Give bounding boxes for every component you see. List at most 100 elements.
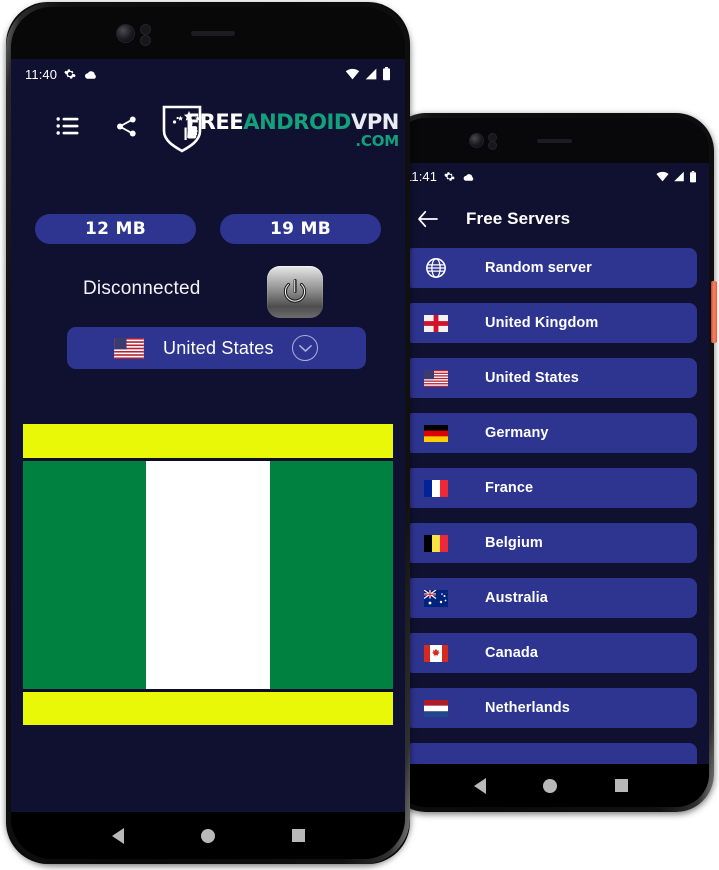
netherlands-flag-icon [423, 699, 449, 717]
nigeria-flag-image [23, 461, 393, 689]
app-header: FREEANDROIDVPN .COM [11, 89, 405, 171]
status-time: 11:40 [25, 66, 58, 82]
server-item-netherlands[interactable]: Netherlands [405, 688, 697, 728]
phone-device-primary: 11:40 FREEANDROIDVPN .COM 12 MB 19 MB Di… [6, 2, 410, 864]
ad-bottom-yellow-bar [23, 692, 393, 725]
australia-flag-icon [423, 589, 449, 607]
connect-power-button[interactable] [267, 266, 323, 318]
share-icon[interactable] [111, 111, 141, 141]
front-camera-icon [470, 134, 483, 147]
back-nav-button[interactable] [111, 827, 124, 844]
country-selector[interactable]: United States [67, 327, 366, 369]
server-item-canada[interactable]: Canada [405, 633, 697, 673]
server-item-belgium[interactable]: Belgium [405, 523, 697, 563]
germany-flag-icon [423, 424, 449, 442]
phone1-display: 11:40 FREEANDROIDVPN .COM 12 MB 19 MB Di… [11, 59, 405, 812]
front-camera-icon [117, 25, 134, 42]
phone-device-secondary: 11:41 Free Servers Random server United … [388, 113, 717, 812]
server-item-germany[interactable]: Germany [405, 413, 697, 453]
us-flag-icon [113, 337, 145, 359]
recents-nav-button[interactable] [615, 779, 629, 792]
server-label: Netherlands [485, 700, 570, 716]
back-arrow-icon[interactable] [415, 206, 441, 232]
flag-green-left [23, 461, 147, 689]
light-sensor-icon [489, 142, 496, 149]
logo-dotcom: .COM [355, 132, 399, 150]
screenshot-canvas: 11:41 Free Servers Random server United … [0, 0, 719, 870]
signal-icon [364, 68, 378, 80]
light-sensor-icon [141, 36, 150, 45]
france-flag-icon [423, 479, 449, 497]
server-item-united-kingdom[interactable]: United Kingdom [405, 303, 697, 343]
server-label: United Kingdom [485, 315, 599, 331]
selected-country-label: United States [163, 337, 274, 358]
download-data-pill[interactable]: 12 MB [35, 214, 196, 244]
list-menu-icon[interactable] [53, 111, 83, 141]
logo-android: ANDROID [243, 110, 351, 134]
server-item-partial[interactable] [405, 743, 697, 764]
phone1-screen-inner: 11:40 FREEANDROIDVPN .COM 12 MB 19 MB Di… [11, 7, 405, 859]
vpn-app-home-screen: 11:40 FREEANDROIDVPN .COM 12 MB 19 MB Di… [11, 59, 405, 812]
earpiece-speaker [191, 31, 235, 36]
wifi-icon [656, 171, 669, 182]
uk-flag-icon [423, 314, 449, 332]
proximity-sensor-icon [141, 25, 150, 34]
phone2-status-bar: 11:41 [393, 163, 709, 190]
battery-icon [382, 67, 391, 81]
phone2-nav-bar [393, 764, 709, 807]
recents-nav-button[interactable] [291, 829, 305, 842]
phone2-display: 11:41 Free Servers Random server United … [393, 163, 709, 764]
connection-status-row: Disconnected [11, 264, 405, 320]
data-usage-row: 12 MB 19 MB [11, 214, 405, 244]
upload-data-pill[interactable]: 19 MB [220, 214, 381, 244]
settings-icon [444, 171, 455, 182]
us-flag-icon [423, 369, 449, 387]
phone1-nav-bar [11, 812, 405, 859]
server-item-united-states[interactable]: United States [405, 358, 697, 398]
phone2-side-power-button[interactable] [711, 281, 717, 343]
download-value: 12 MB [85, 219, 146, 239]
server-label: Random server [485, 260, 592, 276]
settings-icon [64, 68, 76, 80]
server-label: Belgium [485, 535, 543, 551]
logo-free: FREE [185, 110, 244, 134]
power-icon [278, 275, 312, 309]
server-label: Canada [485, 645, 538, 661]
phone2-nav-glyphs [393, 764, 709, 807]
battery-icon [689, 170, 697, 183]
status-bar-right [345, 67, 391, 81]
logo-wordmark: FREEANDROIDVPN .COM [185, 105, 400, 150]
belgium-flag-icon [423, 534, 449, 552]
server-item-random[interactable]: Random server [405, 248, 697, 288]
proximity-sensor-icon [489, 134, 496, 141]
server-label: United States [485, 370, 579, 386]
wifi-icon [345, 68, 360, 80]
globe-icon [423, 258, 449, 278]
ad-top-yellow-bar [23, 424, 393, 458]
logo-vpn: VPN [350, 110, 399, 134]
server-item-france[interactable]: France [405, 468, 697, 508]
home-nav-button[interactable] [200, 828, 215, 843]
phone1-nav-glyphs [11, 812, 405, 859]
server-item-australia[interactable]: Australia [405, 578, 697, 618]
status-bar-right [656, 170, 697, 183]
server-label: France [485, 480, 534, 496]
flag-green-right [269, 461, 393, 689]
phone2-screen-inner: 11:41 Free Servers Random server United … [393, 118, 709, 807]
ad-banner[interactable] [23, 424, 393, 812]
page-title: Free Servers [466, 209, 571, 228]
phone1-top-hardware [11, 7, 405, 59]
connection-status-text: Disconnected [83, 278, 201, 299]
back-nav-button[interactable] [473, 777, 486, 794]
server-list[interactable]: Random server United Kingdom United Stat… [393, 248, 709, 764]
cloud-icon [83, 69, 98, 80]
status-bar-left: 11:41 [405, 169, 475, 184]
server-label: Germany [485, 425, 549, 441]
status-bar-left: 11:40 [25, 67, 98, 82]
chevron-down-icon[interactable] [292, 335, 318, 361]
home-nav-button[interactable] [543, 778, 558, 793]
flag-white-center [146, 461, 270, 689]
server-label: Australia [485, 590, 548, 606]
phone1-status-bar: 11:40 [11, 59, 405, 89]
upload-value: 19 MB [270, 219, 331, 239]
